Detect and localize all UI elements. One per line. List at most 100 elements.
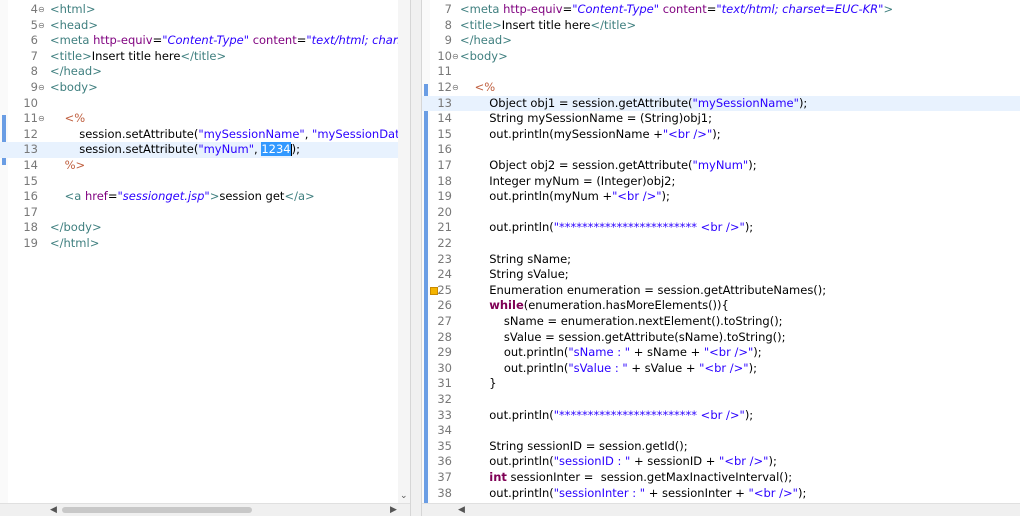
- right-code-line[interactable]: 31 }: [422, 376, 1020, 392]
- code-text[interactable]: out.println("sName : " + sName + "<br />…: [460, 345, 762, 361]
- right-code-line[interactable]: 9 </head>: [422, 33, 1020, 49]
- right-code-line[interactable]: 38 out.println("sessionInter : " + sessi…: [422, 486, 1020, 502]
- code-text[interactable]: out.println("sValue : " + sValue + "<br …: [460, 361, 757, 377]
- code-text[interactable]: out.println("sessionID : " + sessionID +…: [460, 454, 777, 470]
- code-text[interactable]: Object obj2 = session.getAttribute("myNu…: [460, 158, 756, 174]
- left-hscroll-thumb[interactable]: [62, 507, 252, 513]
- right-code-line[interactable]: 11: [422, 64, 1020, 80]
- code-text[interactable]: String mySessionName = (String)obj1;: [460, 111, 712, 127]
- code-text[interactable]: <html>: [50, 2, 95, 18]
- code-text[interactable]: Object obj1 = session.getAttribute("mySe…: [460, 96, 807, 112]
- left-code-line[interactable]: 7 <title>Insert title here</title>: [0, 49, 410, 65]
- right-code-line[interactable]: 13 Object obj1 = session.getAttribute("m…: [422, 95, 1020, 112]
- code-text[interactable]: </html>: [50, 236, 99, 252]
- code-text[interactable]: <title>Insert title here</title>: [460, 18, 636, 34]
- right-code-line[interactable]: 25 Enumeration enumeration = session.get…: [422, 283, 1020, 299]
- code-text[interactable]: out.println("************************ <b…: [460, 408, 753, 424]
- left-code-line[interactable]: 8 </head>: [0, 64, 410, 80]
- left-code-line[interactable]: 15: [0, 174, 410, 190]
- right-code-line[interactable]: 28 sValue = session.getAttribute(sName).…: [422, 330, 1020, 346]
- right-code-line[interactable]: 8 <title>Insert title here</title>: [422, 18, 1020, 34]
- right-code-line[interactable]: 16: [422, 142, 1020, 158]
- code-text[interactable]: session.setAttribute("mySessionName", "m…: [50, 127, 410, 143]
- fold-toggle-icon[interactable]: ⊖: [452, 49, 459, 65]
- code-text[interactable]: out.println("************************ <b…: [460, 220, 753, 236]
- code-text[interactable]: <meta http-equiv="Content-Type" content=…: [50, 33, 410, 49]
- pane-divider[interactable]: [410, 0, 422, 516]
- code-text[interactable]: session.setAttribute("myNum", 1234);: [50, 142, 300, 158]
- right-code-line[interactable]: 34: [422, 423, 1020, 439]
- right-code-line[interactable]: 15 out.println(mySessionName +"<br />");: [422, 127, 1020, 143]
- left-code-line[interactable]: 4 ⊖ <html>: [0, 2, 410, 18]
- right-horizontal-scrollbar[interactable]: ◀: [422, 503, 1020, 516]
- code-text[interactable]: }: [460, 376, 496, 392]
- right-code-line[interactable]: 29 out.println("sName : " + sName + "<br…: [422, 345, 1020, 361]
- left-code-line[interactable]: 12 session.setAttribute("mySessionName",…: [0, 127, 410, 143]
- code-text[interactable]: <%: [460, 80, 496, 96]
- code-text[interactable]: Enumeration enumeration = session.getAtt…: [460, 283, 826, 299]
- right-code-line[interactable]: 26 while(enumeration.hasMoreElements()){: [422, 298, 1020, 314]
- right-code-line[interactable]: 14 String mySessionName = (String)obj1;: [422, 111, 1020, 127]
- code-text[interactable]: <head>: [50, 18, 98, 34]
- right-code-line[interactable]: 35 String sessionID = session.getId();: [422, 439, 1020, 455]
- right-code-line[interactable]: 12 ⊖ <%: [422, 80, 1020, 96]
- right-editor-pane[interactable]: 7 <meta http-equiv="Content-Type" content…: [422, 0, 1020, 516]
- left-code-line[interactable]: 6 <meta http-equiv="Content-Type" content…: [0, 33, 410, 49]
- code-text[interactable]: </body>: [50, 220, 102, 236]
- right-code-line[interactable]: 22: [422, 236, 1020, 252]
- code-text[interactable]: sName = enumeration.nextElement().toStri…: [460, 314, 783, 330]
- right-code-line[interactable]: 27 sName = enumeration.nextElement().toS…: [422, 314, 1020, 330]
- scroll-right-icon[interactable]: ▶: [390, 504, 397, 516]
- left-code-line[interactable]: 9 ⊖ <body>: [0, 80, 410, 96]
- left-horizontal-scrollbar[interactable]: ◀ ▶: [0, 503, 410, 516]
- fold-toggle-icon[interactable]: ⊖: [38, 18, 45, 34]
- right-code-line[interactable]: 7 <meta http-equiv="Content-Type" content…: [422, 2, 1020, 18]
- code-text[interactable]: out.println(mySessionName +"<br />");: [460, 127, 720, 143]
- right-code-line[interactable]: 36 out.println("sessionID : " + sessionI…: [422, 454, 1020, 470]
- left-code-line[interactable]: 13 session.setAttribute("myNum", 1234);: [0, 142, 410, 158]
- code-text[interactable]: out.println(myNum +"<br />");: [460, 189, 670, 205]
- code-text[interactable]: sValue = session.getAttribute(sName).toS…: [460, 330, 786, 346]
- left-code-line[interactable]: 10: [0, 96, 410, 112]
- code-text[interactable]: <%: [50, 111, 86, 127]
- right-code-line[interactable]: 37 int sessionInter = session.getMaxInac…: [422, 470, 1020, 486]
- code-text[interactable]: <body>: [50, 80, 98, 96]
- fold-toggle-icon[interactable]: ⊖: [38, 2, 45, 18]
- warning-icon[interactable]: [430, 286, 438, 295]
- right-code-line[interactable]: 23 String sName;: [422, 252, 1020, 268]
- left-editor-pane[interactable]: 4 ⊖ <html> 5 ⊖ <head> 6 <meta http-equiv="Conte…: [0, 0, 410, 516]
- scroll-down-icon[interactable]: ⌄: [400, 490, 408, 502]
- right-code-line[interactable]: 32: [422, 392, 1020, 408]
- right-code-line[interactable]: 24 String sValue;: [422, 267, 1020, 283]
- code-text[interactable]: String sessionID = session.getId();: [460, 439, 687, 455]
- code-text[interactable]: int sessionInter = session.getMaxInactiv…: [460, 470, 792, 486]
- scroll-left-icon[interactable]: ◀: [458, 504, 465, 516]
- code-text[interactable]: </head>: [460, 33, 512, 49]
- right-code-line[interactable]: 33 out.println("************************…: [422, 408, 1020, 424]
- right-code-line[interactable]: 10 ⊖ <body>: [422, 49, 1020, 65]
- code-text[interactable]: <a href="sessionget.jsp">session get</a>: [50, 189, 315, 205]
- code-text[interactable]: out.println("sessionInter : " + sessionI…: [460, 486, 806, 502]
- right-code-line[interactable]: 20: [422, 205, 1020, 221]
- code-text[interactable]: <meta http-equiv="Content-Type" content=…: [460, 2, 893, 18]
- code-text[interactable]: </head>: [50, 64, 102, 80]
- code-text[interactable]: <title>Insert title here</title>: [50, 49, 226, 65]
- right-code-line[interactable]: 18 Integer myNum = (Integer)obj2;: [422, 174, 1020, 190]
- right-code-line[interactable]: 30 out.println("sValue : " + sValue + "<…: [422, 361, 1020, 377]
- left-code-line[interactable]: 19 </html>: [0, 236, 410, 252]
- right-code-line[interactable]: 21 out.println("************************…: [422, 220, 1020, 236]
- code-text[interactable]: <body>: [460, 49, 508, 65]
- fold-toggle-icon[interactable]: ⊖: [452, 80, 459, 96]
- left-code-line[interactable]: 14 %>: [0, 158, 410, 174]
- code-text[interactable]: Integer myNum = (Integer)obj2;: [460, 174, 675, 190]
- left-vertical-scrollbar[interactable]: ⌄: [398, 0, 410, 504]
- fold-toggle-icon[interactable]: ⊖: [38, 111, 45, 127]
- code-text[interactable]: String sName;: [460, 252, 571, 268]
- code-text[interactable]: while(enumeration.hasMoreElements()){: [460, 298, 729, 314]
- code-text[interactable]: String sValue;: [460, 267, 568, 283]
- left-code-line[interactable]: 18 </body>: [0, 220, 410, 236]
- left-code-line[interactable]: 17: [0, 205, 410, 221]
- left-code-line[interactable]: 11 ⊖ <%: [0, 111, 410, 127]
- left-code-line[interactable]: 16 <a href="sessionget.jsp">session get<…: [0, 189, 410, 205]
- right-code-line[interactable]: 17 Object obj2 = session.getAttribute("m…: [422, 158, 1020, 174]
